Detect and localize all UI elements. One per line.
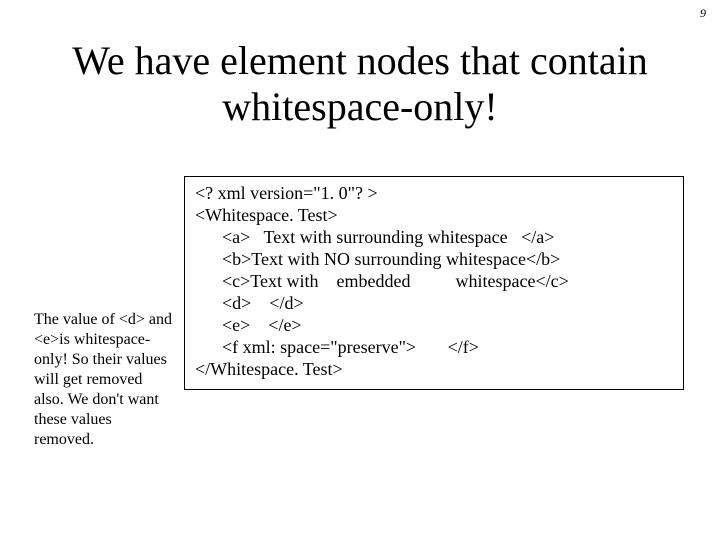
side-note: The value of <d> and <e>is whitespace-on…: [34, 310, 174, 450]
slide-title: We have element nodes that contain white…: [0, 38, 720, 130]
slide: 9 We have element nodes that contain whi…: [0, 0, 720, 540]
code-block: <? xml version="1. 0"? > <Whitespace. Te…: [184, 176, 684, 390]
page-number: 9: [700, 6, 706, 21]
